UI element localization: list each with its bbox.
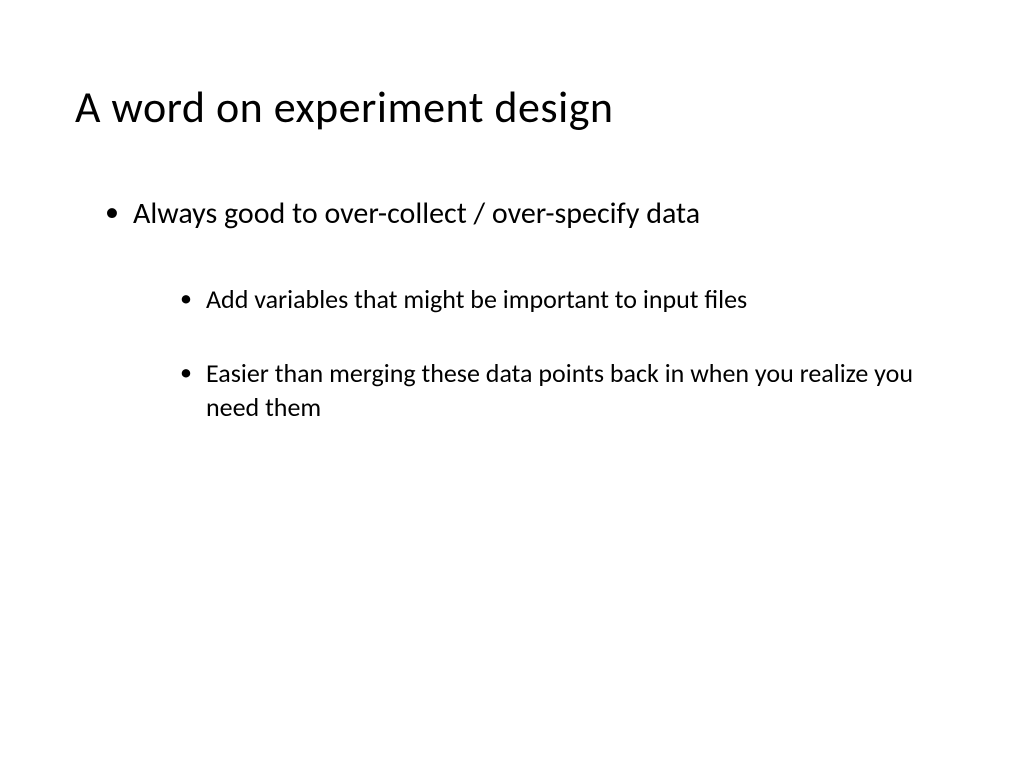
bullet-level1: Always good to over-collect / over-speci… <box>105 194 949 233</box>
bullet-level2: Easier than merging these data points ba… <box>180 357 949 425</box>
slide-title: A word on experiment design <box>75 80 949 134</box>
slide-container: A word on experiment design Always good … <box>0 0 1024 768</box>
bullet-level2: Add variables that might be important to… <box>180 283 949 317</box>
